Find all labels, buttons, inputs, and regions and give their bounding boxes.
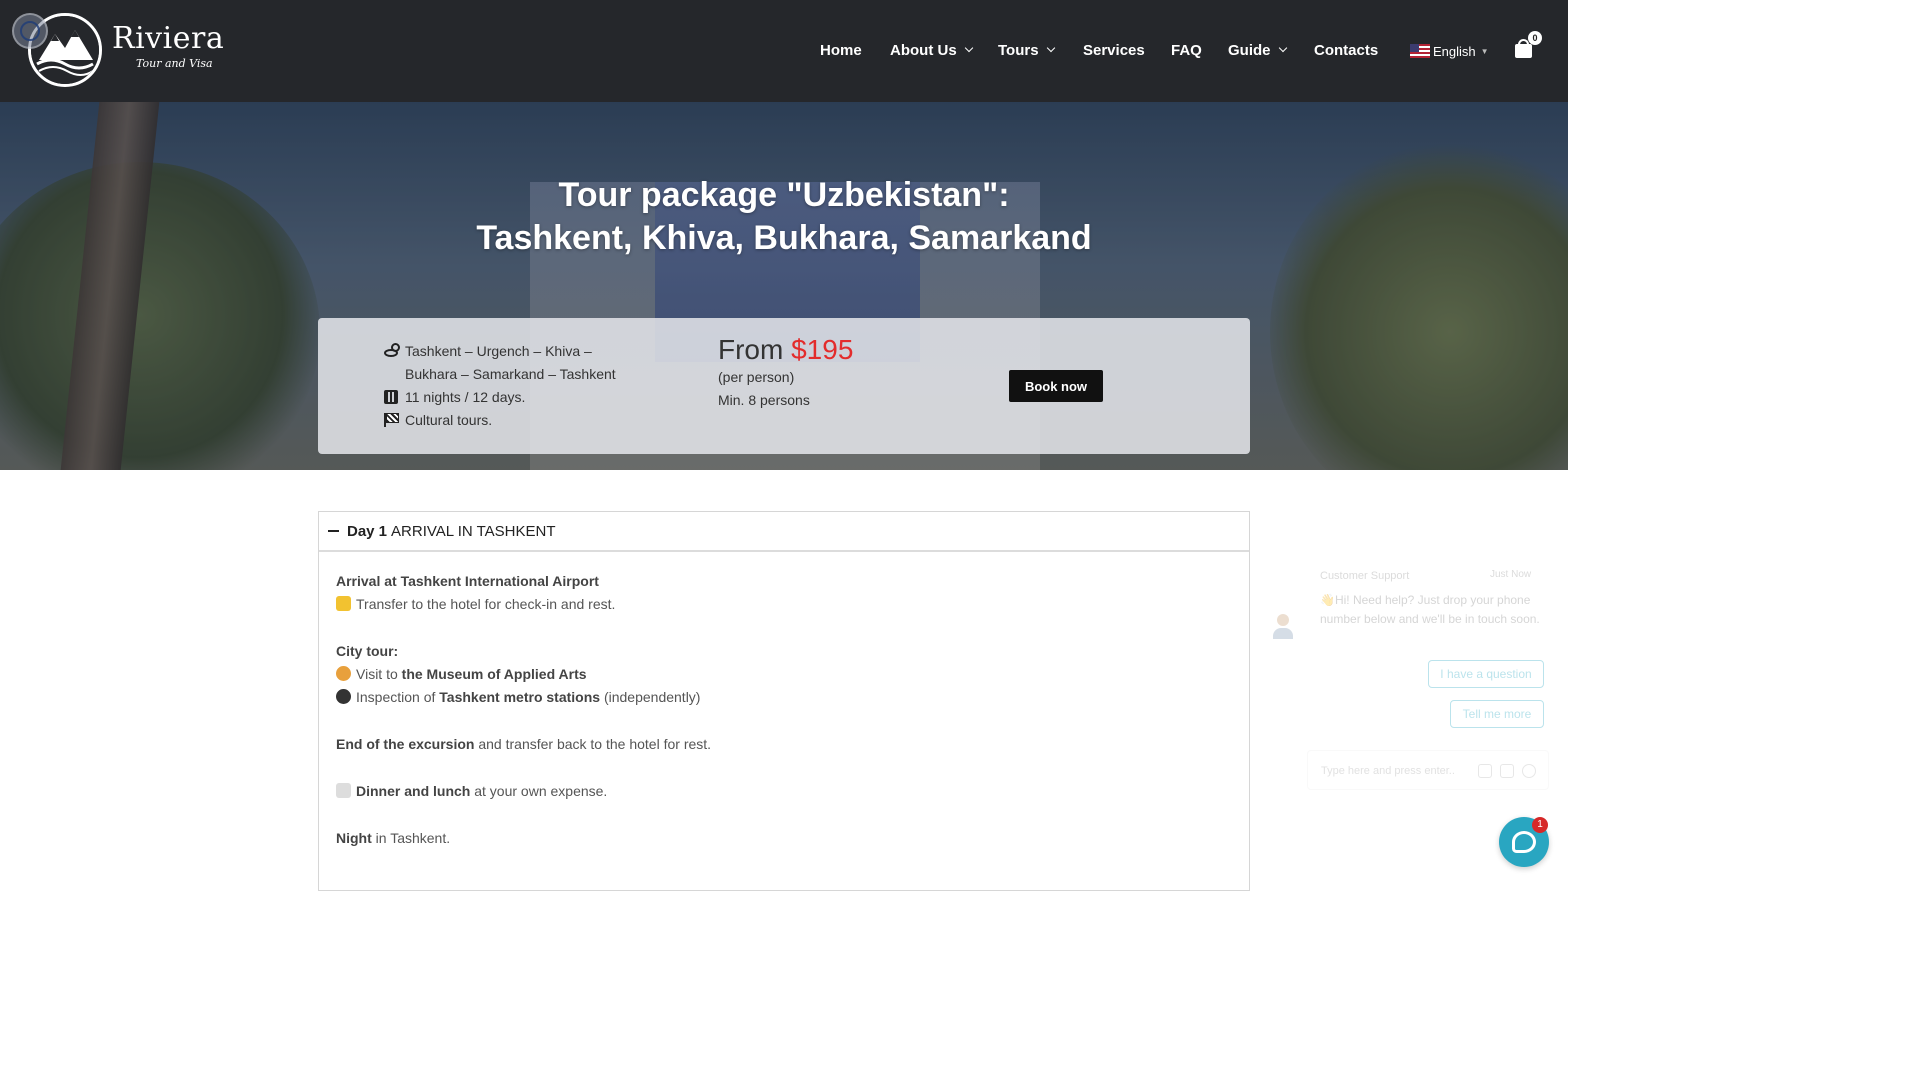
logo-tagline: Tour and Visa <box>136 57 213 70</box>
nav-home[interactable]: Home <box>820 38 862 62</box>
chat-bubble-icon <box>1512 831 1536 853</box>
end-rest: and transfer back to the hotel for rest. <box>478 736 712 752</box>
route-icon <box>384 343 400 357</box>
chat-agent-name: Customer Support <box>1320 570 1410 582</box>
visit-prefix: Visit to <box>356 666 398 682</box>
us-flag-icon <box>1410 44 1430 58</box>
taxi-icon <box>336 596 351 611</box>
logo-name: Riviera <box>112 21 225 56</box>
route-line-1: Tashkent – Urgench – Khiva – <box>405 343 592 359</box>
duration-row: 11 nights / 12 days. <box>384 386 525 409</box>
chat-widget-panel: Customer Support Just Now 👋Hi! Need help… <box>1265 560 1555 800</box>
caret-down-icon: ▼ <box>1480 46 1489 56</box>
attachment-icon[interactable] <box>1500 764 1514 778</box>
metro-icon <box>336 689 351 704</box>
chat-greeting: 👋Hi! Need help? Just drop your phone num… <box>1320 593 1540 626</box>
min-persons: Min. 8 persons <box>718 392 810 408</box>
quick-reply-more-button[interactable]: Tell me more <box>1450 700 1544 728</box>
book-now-button[interactable]: Book now <box>1009 370 1103 402</box>
route-line-2: Bukhara – Samarkand – Tashkent <box>405 366 616 382</box>
museum-name: the Museum of Applied Arts <box>401 666 587 682</box>
day-number: Day 1 <box>347 522 388 540</box>
price-prefix: From <box>718 334 784 365</box>
inspect-suffix: (independently) <box>603 689 701 705</box>
collapse-icon <box>328 530 339 532</box>
price-note: (per person) <box>718 369 795 385</box>
nav-about-us[interactable]: About Us <box>890 38 973 62</box>
title-line-1: Tour package "Uzbekistan": <box>558 176 1010 214</box>
nav-faq[interactable]: FAQ <box>1171 38 1202 62</box>
chevron-down-icon <box>1046 43 1055 53</box>
chat-message-input[interactable]: Type here and press enter.. <box>1307 750 1549 790</box>
end-bold: End of the excursion <box>336 736 475 752</box>
language-label: English <box>1433 43 1476 59</box>
itinerary-day-card: Day 1 ARRIVAL IN TASHKENT Arrival at Tas… <box>318 511 1250 891</box>
language-selector[interactable]: English ▼ <box>1410 41 1489 61</box>
quick-reply-question-button[interactable]: I have a question <box>1428 660 1544 688</box>
site-header: Riviera Tour and Visa Home About Us Tour… <box>0 0 1568 102</box>
thumbs-up-icon[interactable] <box>1478 764 1492 778</box>
page-title: Tour package "Uzbekistan": Tashkent, Khi… <box>384 174 1184 260</box>
city-tour-heading: City tour: <box>336 643 399 659</box>
nav-services[interactable]: Services <box>1083 38 1145 62</box>
plate-cutlery-icon <box>336 783 351 798</box>
meals-rest: at your own expense. <box>474 783 608 799</box>
transfer-text: Transfer to the hotel for check-in and r… <box>356 596 616 612</box>
palette-icon <box>336 666 351 681</box>
night-bold: Night <box>336 830 372 846</box>
inspect-prefix: Inspection of <box>356 689 436 705</box>
cart-count-badge: 0 <box>1528 31 1542 45</box>
support-avatar <box>1273 614 1293 640</box>
emoji-icon[interactable] <box>1522 764 1536 778</box>
nav-tours[interactable]: Tours <box>998 38 1055 62</box>
chevron-down-icon <box>1278 43 1287 53</box>
flag-icon <box>384 413 399 427</box>
meals-bold: Dinner and lunch <box>356 783 471 799</box>
chevron-down-icon <box>964 43 973 53</box>
chat-input-placeholder: Type here and press enter.. <box>1321 765 1455 777</box>
site-logo[interactable]: Riviera Tour and Visa <box>28 13 248 89</box>
day-accordion-header[interactable]: Day 1 ARRIVAL IN TASHKENT <box>319 512 1249 552</box>
tour-type-text: Cultural tours. <box>405 412 493 428</box>
night-rest: in Tashkent. <box>375 830 451 846</box>
arrival-text: Arrival at Tashkent International Airpor… <box>336 573 599 589</box>
chat-unread-badge: 1 <box>1532 817 1548 833</box>
calendar-icon <box>384 390 398 404</box>
nav-contacts[interactable]: Contacts <box>1314 38 1378 62</box>
title-line-2: Tashkent, Khiva, Bukhara, Samarkand <box>476 219 1092 257</box>
accessibility-icon[interactable] <box>12 13 48 49</box>
tour-type-row: Cultural tours. <box>384 409 492 432</box>
duration-text: 11 nights / 12 days. <box>405 389 526 405</box>
price: From $195 <box>718 334 853 366</box>
chat-timestamp: Just Now <box>1490 569 1532 580</box>
route-row: Tashkent – Urgench – Khiva – Bukhara – S… <box>384 340 616 386</box>
price-amount: $195 <box>791 334 854 365</box>
day-title: ARRIVAL IN TASHKENT <box>391 522 556 540</box>
metro-name: Tashkent metro stations <box>439 689 601 705</box>
nav-guide[interactable]: Guide <box>1228 38 1287 62</box>
